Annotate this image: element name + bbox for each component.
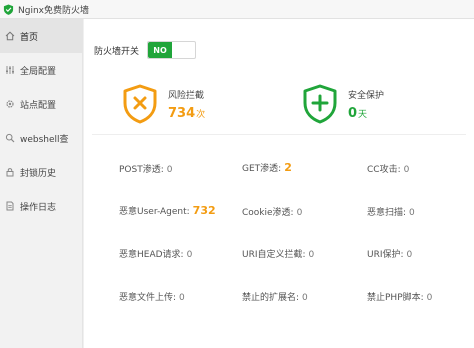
metric-value: 0	[179, 293, 185, 303]
metric-label: 恶意扫描:	[367, 208, 407, 218]
title-bar: Nginx免费防火墙	[0, 0, 474, 19]
sidebar: 首页 全局配置 站点配置 webshell查 封锁历史 操作日志	[0, 19, 83, 348]
metric-value: 0	[308, 250, 315, 260]
metric-malicious-file-upload: 恶意文件上传: 0	[119, 290, 185, 303]
sidebar-item-label: 全局配置	[20, 66, 57, 77]
metric-label: 恶意文件上传:	[119, 293, 177, 303]
security-protection-days: 0	[348, 105, 358, 121]
metric-label: GET渗透:	[242, 164, 282, 174]
risk-intercept-label: 风险拦截	[168, 90, 205, 101]
section-divider	[92, 134, 466, 135]
sidebar-item-label: 操作日志	[20, 202, 57, 213]
sidebar-item-global-config[interactable]: 全局配置	[0, 53, 82, 87]
metric-value: 0	[186, 250, 193, 260]
metric-value: 0	[302, 293, 308, 303]
metric-label: 禁止PHP脚本:	[367, 293, 424, 303]
sidebar-item-label: 封锁历史	[20, 168, 57, 179]
risk-intercept-value: 734次	[168, 106, 205, 121]
metric-label: 恶意HEAD请求:	[119, 250, 184, 260]
metric-label: 禁止的扩展名:	[242, 293, 300, 303]
home-icon	[5, 31, 15, 41]
sliders-icon	[6, 66, 14, 74]
metric-label: CC攻击:	[367, 165, 401, 175]
metric-malicious-user-agent: 恶意User-Agent: 732	[119, 204, 216, 217]
metric-label: URI自定义拦截:	[242, 250, 306, 260]
metric-label: URI保护:	[367, 250, 404, 260]
risk-intercept-count: 734	[168, 105, 196, 121]
document-icon	[6, 201, 14, 211]
sidebar-item-operation-log[interactable]: 操作日志	[0, 189, 82, 223]
metric-forbidden-extension: 禁止的扩展名: 0	[242, 290, 308, 303]
sidebar-item-home[interactable]: 首页	[0, 19, 82, 53]
metric-value: 0	[426, 293, 433, 303]
metric-get-penetration: GET渗透: 2	[242, 161, 292, 174]
firewall-switch-row: 防火墙开关 NO	[94, 41, 197, 59]
metric-value: 0	[406, 250, 413, 260]
metric-malicious-scan: 恶意扫描: 0	[367, 205, 415, 218]
security-protection-unit: 天	[358, 109, 368, 120]
shield-x-icon	[123, 84, 157, 124]
sidebar-item-label: webshell查	[20, 134, 69, 145]
risk-intercept-unit: 次	[196, 109, 206, 120]
sidebar-item-label: 首页	[20, 32, 39, 43]
metric-value: 0	[166, 165, 173, 175]
security-protection-value: 0天	[348, 106, 384, 121]
lock-icon	[6, 168, 14, 177]
metric-label: Cookie渗透:	[242, 208, 294, 218]
firewall-toggle[interactable]: NO	[147, 41, 197, 59]
main-panel: 防火墙开关 NO 风险拦截 734次 安全保护 0天 POST渗透: 0 GET…	[84, 19, 474, 348]
metric-value: 0	[409, 208, 415, 218]
metric-cookie-penetration: Cookie渗透: 0	[242, 205, 302, 218]
security-protection-card: 安全保护 0天	[302, 84, 384, 124]
risk-intercept-card: 风险拦截 734次	[122, 84, 205, 124]
metric-value: 0	[296, 208, 303, 218]
metric-forbidden-php-script: 禁止PHP脚本: 0	[367, 290, 432, 303]
metric-cc-attack: CC攻击: 0	[367, 162, 409, 175]
metric-malicious-head-request: 恶意HEAD请求: 0	[119, 247, 192, 260]
metric-label: 恶意User-Agent:	[119, 207, 190, 217]
search-icon	[5, 133, 15, 143]
metric-uri-custom-block: URI自定义拦截: 0	[242, 247, 314, 260]
metric-value: 0	[403, 165, 410, 175]
firewall-switch-label: 防火墙开关	[94, 46, 140, 57]
security-protection-label: 安全保护	[348, 90, 385, 101]
metric-uri-protection: URI保护: 0	[367, 247, 412, 260]
metric-label: POST渗透:	[119, 165, 164, 175]
sidebar-item-label: 站点配置	[20, 100, 57, 111]
sidebar-item-webshell[interactable]: webshell查	[0, 121, 82, 155]
metric-post-penetration: POST渗透: 0	[119, 162, 173, 175]
sidebar-item-block-history[interactable]: 封锁历史	[0, 155, 82, 189]
gear-icon	[6, 100, 14, 108]
sidebar-item-site-config[interactable]: 站点配置	[0, 87, 82, 121]
metric-value: 732	[192, 204, 216, 217]
app-logo-icon	[3, 3, 14, 15]
metric-value: 2	[284, 161, 292, 174]
toggle-knob: NO	[148, 42, 173, 58]
window-title: Nginx免费防火墙	[18, 5, 89, 16]
shield-plus-icon	[303, 84, 337, 124]
